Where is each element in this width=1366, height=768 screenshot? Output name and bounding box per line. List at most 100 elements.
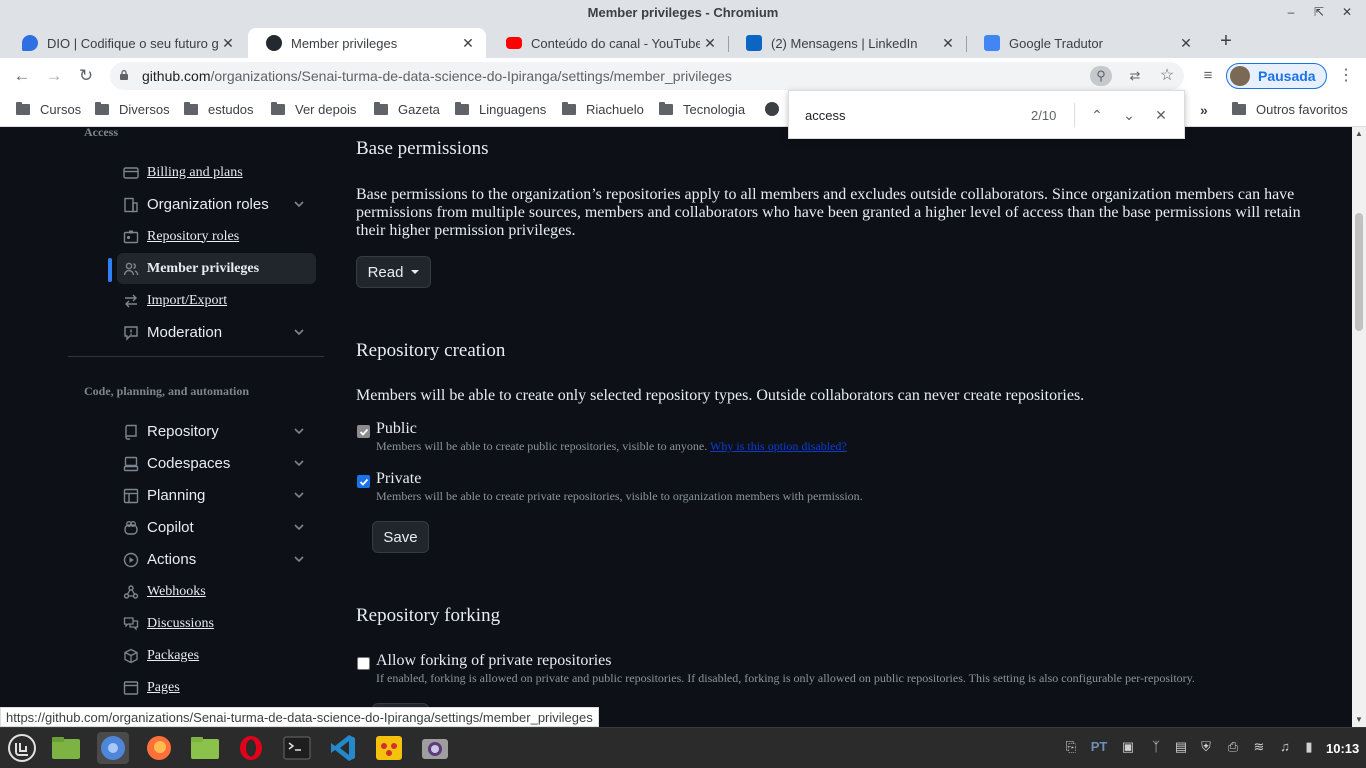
bookmark-folder-outros-favoritos[interactable]: Outros favoritos [1232,102,1348,117]
shield-icon[interactable]: ⛨ [1195,739,1217,757]
keyboard-layout-indicator[interactable]: PT [1088,739,1110,757]
base-permission-dropdown[interactable]: Read [356,256,431,288]
find-next-icon[interactable]: ⌄ [1118,104,1140,126]
profile-button[interactable]: Pausada [1226,63,1327,89]
browser-icon [123,680,139,696]
sidebar-item-repository[interactable]: Repository [117,416,316,447]
tab-dio[interactable]: DIO | Codifique o seu futuro g ✕ [4,28,246,58]
wifi-icon[interactable]: ≋ [1248,739,1270,757]
scrollbar-thumb[interactable] [1355,213,1363,331]
find-close-icon[interactable]: ✕ [1150,104,1172,126]
bookmark-folder-cursos[interactable]: Cursos [16,102,81,117]
music-icon[interactable]: ♫ [1274,739,1296,757]
chevron-down-icon [294,460,304,467]
allow-forking-checkbox[interactable] [357,657,370,670]
private-checkbox[interactable] [357,475,370,488]
battery-icon[interactable]: ▮ [1298,739,1320,757]
address-bar[interactable]: github.com/organizations/Senai-turma-de-… [110,62,1184,90]
browser-menu-icon[interactable]: ⋮ [1338,64,1354,88]
bookmark-folder-riachuelo[interactable]: Riachuelo [562,102,644,117]
tab-member-privileges[interactable]: Member privileges ✕ [248,28,486,58]
bookmark-folder-linguagens[interactable]: Linguagens [455,102,546,117]
opera-icon[interactable] [235,732,267,764]
new-tab-button[interactable]: + [1214,30,1238,54]
reload-button[interactable]: ↻ [74,64,98,88]
game-icon[interactable] [373,732,405,764]
tab-title: Conteúdo do canal - YouTube [531,35,700,51]
sidebar-item-packages[interactable]: Packages [117,640,316,671]
restore-button[interactable]: ⇱ [1310,3,1328,21]
sidebar-item-copilot[interactable]: Copilot [117,512,316,543]
sidebar-item-member-privileges[interactable]: Member privileges [117,253,316,284]
network-manager-icon[interactable]: ⎘ [1060,739,1082,757]
printer-icon[interactable]: ⎙ [1222,739,1244,757]
minimize-button[interactable]: – [1282,3,1300,21]
forward-button[interactable]: → [42,64,66,88]
page-scrollbar[interactable]: ▲ ▼ [1352,127,1366,727]
system-clock[interactable]: 10:13 [1326,741,1359,756]
find-in-page-icon[interactable]: ⚲ [1090,66,1112,86]
bookmark-folder-gazeta[interactable]: Gazeta [374,102,440,117]
chromium-icon[interactable] [97,732,129,764]
close-tab-icon[interactable]: ✕ [458,35,478,52]
close-tab-icon[interactable]: ✕ [938,35,958,52]
report-icon [123,325,139,341]
sidebar-item-label: Copilot [147,519,194,536]
bookmark-star-icon[interactable]: ☆ [1156,66,1178,86]
tab-linkedin[interactable]: (2) Mensagens | LinkedIn ✕ [728,28,966,58]
google-translate-favicon-icon [984,35,1000,51]
sidebar-item-planning[interactable]: Planning [117,480,316,511]
firefox-icon[interactable] [143,732,175,764]
tab-google-translate[interactable]: Google Tradutor ✕ [966,28,1204,58]
save-button[interactable]: Save [372,521,429,553]
clipboard-icon[interactable]: ▤ [1170,739,1192,757]
reading-list-icon[interactable]: ≡ [1196,64,1220,88]
scroll-down-arrow-icon[interactable]: ▼ [1355,715,1363,724]
close-tab-icon[interactable]: ✕ [700,35,720,52]
sidebar-item-billing-and-plans[interactable]: Billing and plans [117,157,316,188]
bookmark-folder-ver-depois[interactable]: Ver depois [271,102,356,117]
close-tab-icon[interactable]: ✕ [218,35,238,52]
sidebar-item-codespaces[interactable]: Codespaces [117,448,316,479]
tab-youtube[interactable]: Conteúdo do canal - YouTube ✕ [488,28,728,58]
sidebar-item-moderation[interactable]: Moderation [117,317,316,348]
bookmark-folder-estudos[interactable]: estudos [184,102,254,117]
terminal-icon[interactable] [281,732,313,764]
bookmark-globe[interactable] [765,102,779,116]
folder-icon[interactable] [189,732,221,764]
sidebar-item-actions[interactable]: Actions [117,544,316,575]
close-window-button[interactable]: ✕ [1338,3,1356,21]
sidebar-item-import-export[interactable]: Import/Export [117,285,316,316]
video-camera-icon[interactable]: ▣ [1117,739,1139,757]
sidebar-item-repository-roles[interactable]: Repository roles [117,221,316,252]
sidebar-item-discussions[interactable]: Discussions [117,608,316,639]
sidebar-item-pages[interactable]: Pages [117,672,316,703]
more-bookmarks-chevron-icon[interactable]: » [1200,102,1208,118]
webhook-icon [123,584,139,600]
camera-icon[interactable] [419,732,451,764]
bluetooth-icon[interactable]: ᛉ [1145,739,1167,757]
url-path: /organizations/Senai-turma-de-data-scien… [210,68,732,84]
sidebar-item-organization-roles[interactable]: Organization roles [117,189,316,220]
bookmark-label: Diversos [119,102,170,117]
bookmark-folder-diversos[interactable]: Diversos [95,102,170,117]
tab-strip: DIO | Codifique o seu futuro g ✕ Member … [0,26,1366,58]
files-icon[interactable] [50,732,82,764]
status-bar-url: https://github.com/organizations/Senai-t… [0,707,599,727]
public-checkbox[interactable] [357,425,370,438]
find-input[interactable]: access [805,108,845,123]
sidebar-item-webhooks[interactable]: Webhooks [117,576,316,607]
scroll-up-arrow-icon[interactable]: ▲ [1355,129,1363,138]
translate-icon[interactable]: ⇄ [1124,66,1146,86]
why-disabled-link[interactable]: Why is this option disabled? [710,439,847,453]
profile-label: Pausada [1258,68,1316,84]
sidebar-item-label: Repository roles [147,228,240,244]
bookmark-folder-tecnologia[interactable]: Tecnologia [659,102,745,117]
find-previous-icon[interactable]: ⌃ [1086,104,1108,126]
back-button[interactable]: ← [10,64,34,88]
url-text[interactable]: github.com/organizations/Senai-turma-de-… [142,68,732,84]
menu-icon[interactable] [6,732,38,764]
vscode-icon[interactable] [327,732,359,764]
close-tab-icon[interactable]: ✕ [1176,35,1196,52]
tab-title: Member privileges [291,35,398,51]
